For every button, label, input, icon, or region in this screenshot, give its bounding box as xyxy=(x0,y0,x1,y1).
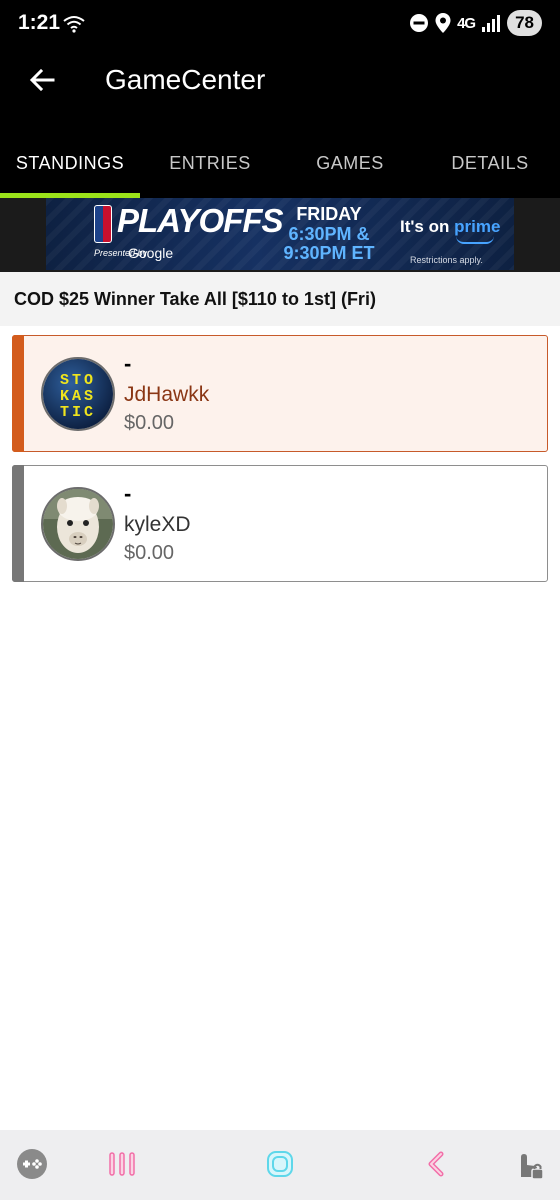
avatar-text-2: KAS xyxy=(60,388,96,405)
game-controller-icon xyxy=(16,1148,48,1185)
avatar-text-3: TIC xyxy=(60,404,96,421)
home-button[interactable] xyxy=(260,1146,300,1186)
tab-details[interactable]: DETAILS xyxy=(420,130,560,198)
avatar xyxy=(41,487,115,561)
location-icon xyxy=(435,13,451,33)
entry-accent-bar xyxy=(12,465,24,582)
status-icons: 4G 78 xyxy=(409,10,542,36)
entry-username: kyleXD xyxy=(124,513,191,536)
touch-lock-button[interactable] xyxy=(508,1146,548,1186)
entry-rank: - xyxy=(124,481,132,506)
ad-sponsor: Google xyxy=(128,245,174,261)
page-title: GameCenter xyxy=(105,64,266,95)
contest-title: COD $25 Winner Take All [$110 to 1st] (F… xyxy=(14,288,376,309)
ad-cta-brand: prime xyxy=(454,217,501,236)
ad-time-2: 9:30PM ET xyxy=(283,243,375,263)
standings-entry[interactable]: STO KAS TIC - JdHawkk $0.00 xyxy=(12,335,548,452)
app-bar: GameCenter xyxy=(0,50,560,130)
battery-indicator: 78 xyxy=(507,10,542,36)
recent-apps-button[interactable] xyxy=(102,1146,142,1186)
ad-headline: PLAYOFFS xyxy=(117,202,284,239)
prime-smile-icon xyxy=(456,236,494,244)
do-not-disturb-icon xyxy=(409,13,429,33)
system-nav-bar xyxy=(0,1130,560,1200)
ad-cta-prefix: It's on xyxy=(400,217,455,236)
recent-apps-icon xyxy=(107,1150,137,1183)
entry-rank: - xyxy=(124,351,132,376)
stokastic-logo-icon: STO KAS TIC xyxy=(43,359,113,429)
alpaca-avatar-icon xyxy=(43,489,113,559)
system-back-button[interactable] xyxy=(416,1146,456,1186)
tab-standings[interactable]: STANDINGS xyxy=(0,130,140,198)
arrow-left-icon xyxy=(29,68,55,97)
tab-bar: STANDINGS ENTRIES GAMES DETAILS xyxy=(0,130,560,198)
avatar-text-1: STO xyxy=(60,372,96,389)
ad-container: PLAYOFFS Presented by Google FRIDAY 6:30… xyxy=(0,198,560,272)
wifi-icon xyxy=(63,15,85,38)
entry-winnings: $0.00 xyxy=(124,412,175,434)
tab-games[interactable]: GAMES xyxy=(280,130,420,198)
nba-logo-icon xyxy=(94,205,112,243)
game-launcher-button[interactable] xyxy=(12,1146,52,1186)
standings-entry[interactable]: - kyleXD $0.00 xyxy=(12,465,548,582)
status-time: 1:21 xyxy=(18,11,61,34)
tab-entries[interactable]: ENTRIES xyxy=(140,130,280,198)
avatar: STO KAS TIC xyxy=(41,357,115,431)
entry-winnings: $0.00 xyxy=(124,542,175,564)
ad-disclaimer: Restrictions apply. xyxy=(410,255,483,265)
ad-time-1: 6:30PM & xyxy=(288,224,370,244)
back-button[interactable] xyxy=(22,62,62,102)
touch-lock-icon xyxy=(511,1147,545,1186)
contest-header: COD $25 Winner Take All [$110 to 1st] (F… xyxy=(0,272,560,326)
entry-accent-bar xyxy=(12,335,24,452)
ad-cta: It's on prime xyxy=(400,217,500,237)
ad-day: FRIDAY xyxy=(296,204,362,224)
entry-username: JdHawkk xyxy=(124,383,210,406)
status-bar: 1:21 4G 78 xyxy=(0,0,560,50)
signal-icon xyxy=(481,14,501,32)
home-icon xyxy=(265,1149,295,1184)
ad-banner[interactable]: PLAYOFFS Presented by Google FRIDAY 6:30… xyxy=(46,198,514,270)
network-type: 4G xyxy=(457,14,476,32)
back-icon xyxy=(424,1150,448,1183)
